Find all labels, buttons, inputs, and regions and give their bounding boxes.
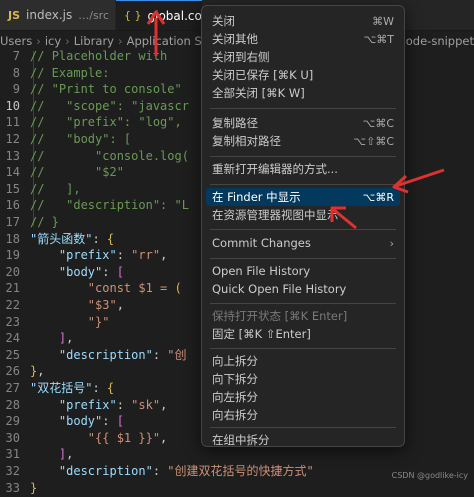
code-text: "双花括号": { [30,381,115,395]
line-number: 17 [5,215,20,229]
line-number: 27 [5,381,20,395]
code-text: "const $1 = ( [87,281,182,296]
menu-item-close-right[interactable]: 关闭到右侧 [206,48,400,66]
line-number: 15 [5,181,20,196]
menu-item-copy-relative-path[interactable]: 复制相对路径 ⌥⇧⌘C [206,132,400,150]
breadcrumb-item[interactable]: icy [45,34,61,48]
code-text: "{{ $1 }}", [87,430,168,445]
line-number: 13 [5,148,20,163]
menu-separator [210,229,396,230]
code-text: }, [30,364,45,379]
menu-separator [210,258,396,259]
chevron-right-icon: › [389,236,394,250]
line-number: 21 [5,281,20,296]
code-text: // "prefix": "log", [30,115,182,130]
code-text: // "$2" [30,165,124,180]
code-text: "$3", [87,298,124,312]
menu-separator [210,348,396,349]
tab-context-menu: 关闭 ⌘W 关闭其他 ⌥⌘T 关闭到右侧 关闭已保存 [⌘K U] 全部关闭 [⌘K… [201,5,405,447]
menu-item-keep-open: 保持打开状态 [⌘K Enter] [212,309,348,323]
menu-item-reveal-in-explorer[interactable]: 在资源管理器视图中显示 [206,206,400,224]
line-number: 22 [5,298,20,312]
code-text: "body": [ [58,414,124,429]
line-number: 16 [5,198,20,213]
code-text: ], [58,331,74,346]
line-number: 25 [5,347,20,362]
tab-path: …/src [78,8,110,22]
menu-item-close-saved[interactable]: 关闭已保存 [⌘K U] [206,66,400,84]
line-number: 14 [5,165,20,180]
json-file-icon: { } [124,9,142,22]
line-number: 23 [5,314,20,329]
watermark: CSDN @godlike-icy [391,471,468,480]
code-text: "description": "创建双花括号的快捷方式" [58,464,314,478]
line-number: 28 [5,397,20,412]
line-number: 29 [5,414,20,429]
line-number: 24 [5,331,20,346]
line-number: 11 [5,115,20,130]
menu-item-reveal-in-finder[interactable]: 在 Finder 中显示 ⌥⌘R [206,188,400,206]
line-number: 20 [5,264,20,279]
code-text: ], [58,447,74,462]
menu-item-split-in-group[interactable]: 在组中拆分 [206,431,400,449]
chevron-right-icon: › [36,34,41,48]
menu-item-close-others[interactable]: 关闭其他 ⌥⌘T [206,30,400,48]
menu-item-split-left[interactable]: 向左拆分 [206,388,400,406]
code-text: // "Print to console" [30,82,182,97]
code-text: "body": [ [58,264,124,279]
code-text: "箭头函数": { [30,231,115,246]
code-text: "}" [87,314,110,329]
code-text: // "description": "L [30,198,189,213]
code-text: } [30,480,38,495]
code-text: // ], [30,181,81,196]
menu-item-open-file-history[interactable]: Open File History [206,262,400,280]
line-number: 32 [5,464,20,478]
menu-separator [210,303,396,304]
code-text: // } [30,215,59,229]
menu-item-reopen-with[interactable]: 重新打开编辑器的方式... [206,160,400,178]
chevron-right-icon: › [117,34,123,48]
line-number: 19 [5,248,20,263]
line-number: 12 [5,132,20,146]
menu-item-split-right[interactable]: 向右拆分 [206,406,400,424]
code-text: // Example: [30,65,110,80]
code-text: "description": "创 [58,347,187,362]
code-text: "prefix": "rr", [58,248,168,263]
tab-global-code[interactable]: { } global.code [116,0,217,30]
code-text: // "scope": "javascr [30,98,189,113]
line-number: 18 [5,231,20,246]
menu-separator [210,108,396,109]
code-text: // "body": [ [30,132,132,146]
line-number: 30 [5,430,20,445]
breadcrumb-item[interactable]: Users [0,34,32,48]
chevron-right-icon: › [65,34,70,48]
line-number: 9 [12,82,20,97]
js-file-icon: JS [8,8,21,22]
menu-item-commit-changes[interactable]: Commit Changes › [206,234,400,252]
menu-separator [210,427,396,428]
code-text: // "console.log( [30,148,189,163]
line-number: 10 [5,98,20,113]
menu-item-quick-open-file-history[interactable]: Quick Open File History [206,280,400,298]
menu-item-pin[interactable]: 固定 [⌘K ⇧Enter] [206,325,400,343]
code-text: "prefix": "sk", [58,397,168,412]
menu-item-split-down[interactable]: 向下拆分 [206,370,400,388]
line-number: 7 [12,49,20,63]
menu-item-split-up[interactable]: 向上拆分 [206,352,400,370]
line-number: 8 [12,65,20,80]
code-text: // Placeholder with [30,49,168,63]
menu-item-close-all[interactable]: 全部关闭 [⌘K W] [206,84,400,102]
menu-separator [210,156,396,157]
menu-item-close[interactable]: 关闭 ⌘W [206,12,400,30]
code-line[interactable]: 33} [0,479,474,497]
menu-separator [210,184,396,185]
line-number: 26 [5,364,20,379]
line-number: 33 [5,480,20,495]
line-number: 31 [5,447,20,462]
menu-item-copy-path[interactable]: 复制路径 ⌥⌘C [206,114,400,132]
tab-label: index.js [26,8,73,22]
breadcrumb-item[interactable]: Library [74,34,114,48]
tab-index-js[interactable]: JS index.js …/src M [0,0,125,30]
